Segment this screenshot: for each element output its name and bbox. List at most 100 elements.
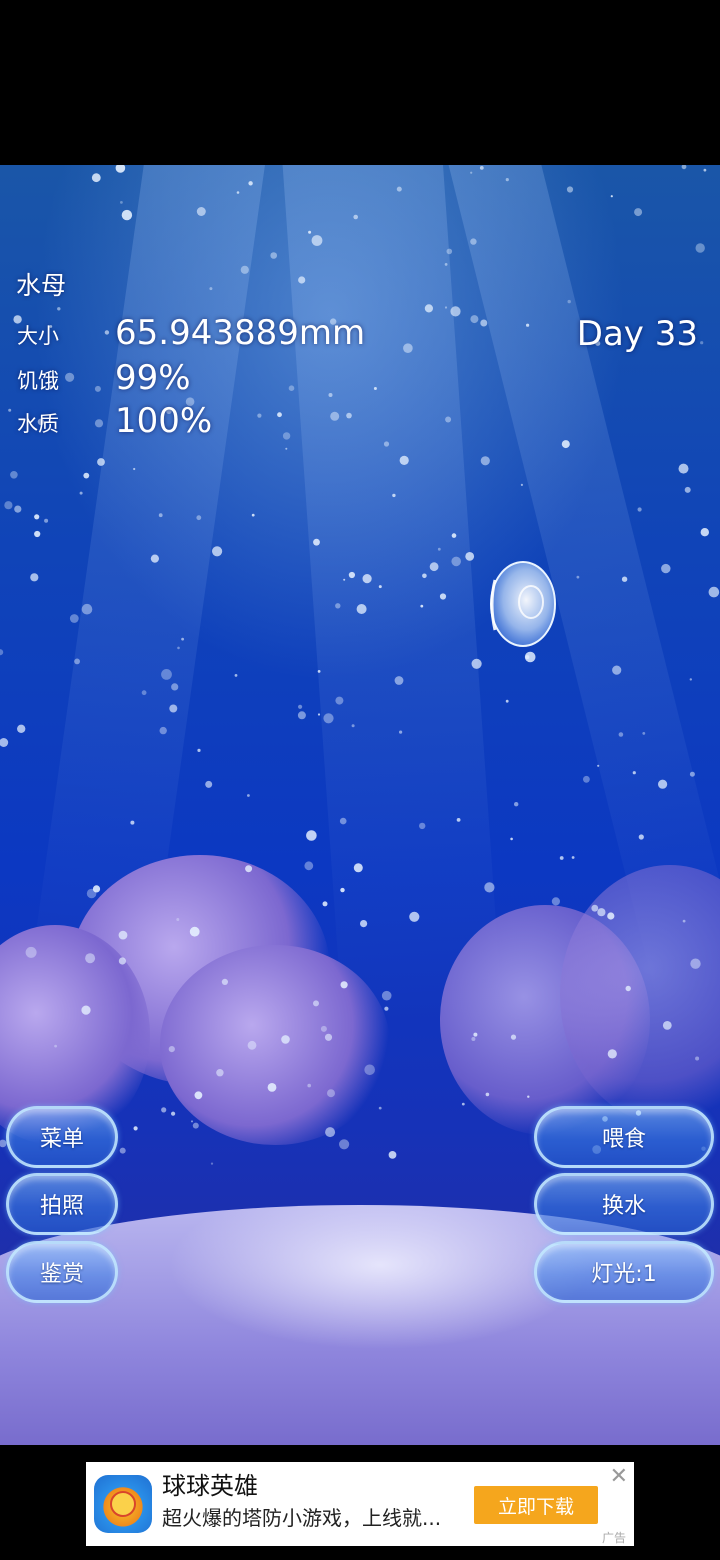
bubble [240,265,249,274]
bubble [362,574,372,584]
bubble [194,1091,203,1100]
bubble [327,1089,335,1098]
bubble [119,1147,126,1154]
bubble [317,713,321,716]
bubble [171,1111,176,1116]
bubble [330,411,340,421]
bubble [658,779,668,789]
bubble [306,830,317,841]
bubble [236,191,240,194]
bubble [57,307,61,311]
bubble [10,471,18,479]
bubble [429,562,439,572]
bubble [638,834,644,840]
bubble [205,780,213,788]
bubble [681,165,687,170]
bubble [695,1056,700,1061]
bubble [419,822,426,830]
bubble [130,820,135,825]
ad-description[interactable]: 超火爆的塔防小游戏，上线就... [162,1502,441,1531]
bubble [282,432,291,440]
bubble [161,669,172,680]
bubble [470,315,479,324]
bubble [561,440,570,449]
bubble [322,901,328,907]
bubble [14,505,22,513]
change-water-button[interactable]: 换水 [534,1173,714,1235]
bubble [471,1037,476,1041]
bubble [104,330,110,335]
bubble [133,467,136,471]
download-button[interactable]: 立即下载 [474,1486,598,1524]
bubble [340,981,348,989]
water-quality-value: 100% [115,401,213,441]
bubble [450,306,461,317]
bubble [8,408,12,412]
day-counter: Day 33 [576,314,698,354]
bubble [176,918,180,921]
bubble [161,1107,167,1113]
light-button[interactable]: 灯光:1 [534,1241,714,1303]
bubble [388,1151,397,1159]
bubble [526,323,530,327]
bubble [520,483,524,486]
appreciate-button[interactable]: 鉴赏 [6,1241,118,1303]
bubble [94,385,101,392]
bubble [551,897,561,906]
bubble [339,817,347,825]
menu-button[interactable]: 菜单 [6,1106,118,1168]
bubble [44,518,49,523]
bubble [335,696,344,705]
bubble [191,1120,193,1123]
bubble [392,493,396,498]
bubble [607,1049,617,1059]
bubble [479,166,484,170]
app-icon-face [110,1491,136,1517]
bubble [118,957,126,965]
bubble [461,1102,465,1106]
bubble [91,173,101,183]
bubble [0,649,4,656]
bubble [610,195,613,198]
bubble [451,533,457,538]
bubble [324,1033,333,1041]
bubble [288,385,295,391]
game-app-icon[interactable] [94,1475,152,1533]
bubble [17,724,26,733]
feed-button[interactable]: 喂食 [534,1106,714,1168]
ad-title[interactable]: 球球英雄 [162,1466,258,1501]
bubble [682,919,686,923]
bubble [25,946,37,958]
bubble [270,252,278,259]
bubble [703,168,707,172]
jellyfish-icon[interactable] [485,560,557,648]
bubble [307,1083,312,1088]
bubble [444,306,448,309]
bubble [505,178,509,182]
bubble [69,614,79,623]
bubble [446,248,453,255]
bubble [690,958,701,969]
close-icon[interactable]: ✕ [610,1464,628,1489]
bubble [661,563,671,574]
bubble [470,238,477,245]
creature-name: 水母 [16,271,67,300]
ad-banner[interactable]: 球球英雄 超火爆的塔防小游戏，上线就... 立即下载 ✕ 广告 [86,1462,634,1546]
bubble [81,603,93,615]
bubble [304,861,314,871]
bubble [346,412,352,419]
bubble [399,730,403,734]
bubble [566,186,574,193]
bubble [340,887,345,893]
bubble [92,885,101,893]
bubble [325,1127,336,1138]
bubble [607,912,615,920]
hunger-label: 饥饿 [17,369,59,393]
bubble [444,263,448,266]
bubble [251,513,255,517]
bubble [625,985,631,992]
bubble [634,208,643,217]
photo-button[interactable]: 拍照 [6,1173,118,1235]
bubble [133,1126,138,1131]
bubble [591,904,599,912]
